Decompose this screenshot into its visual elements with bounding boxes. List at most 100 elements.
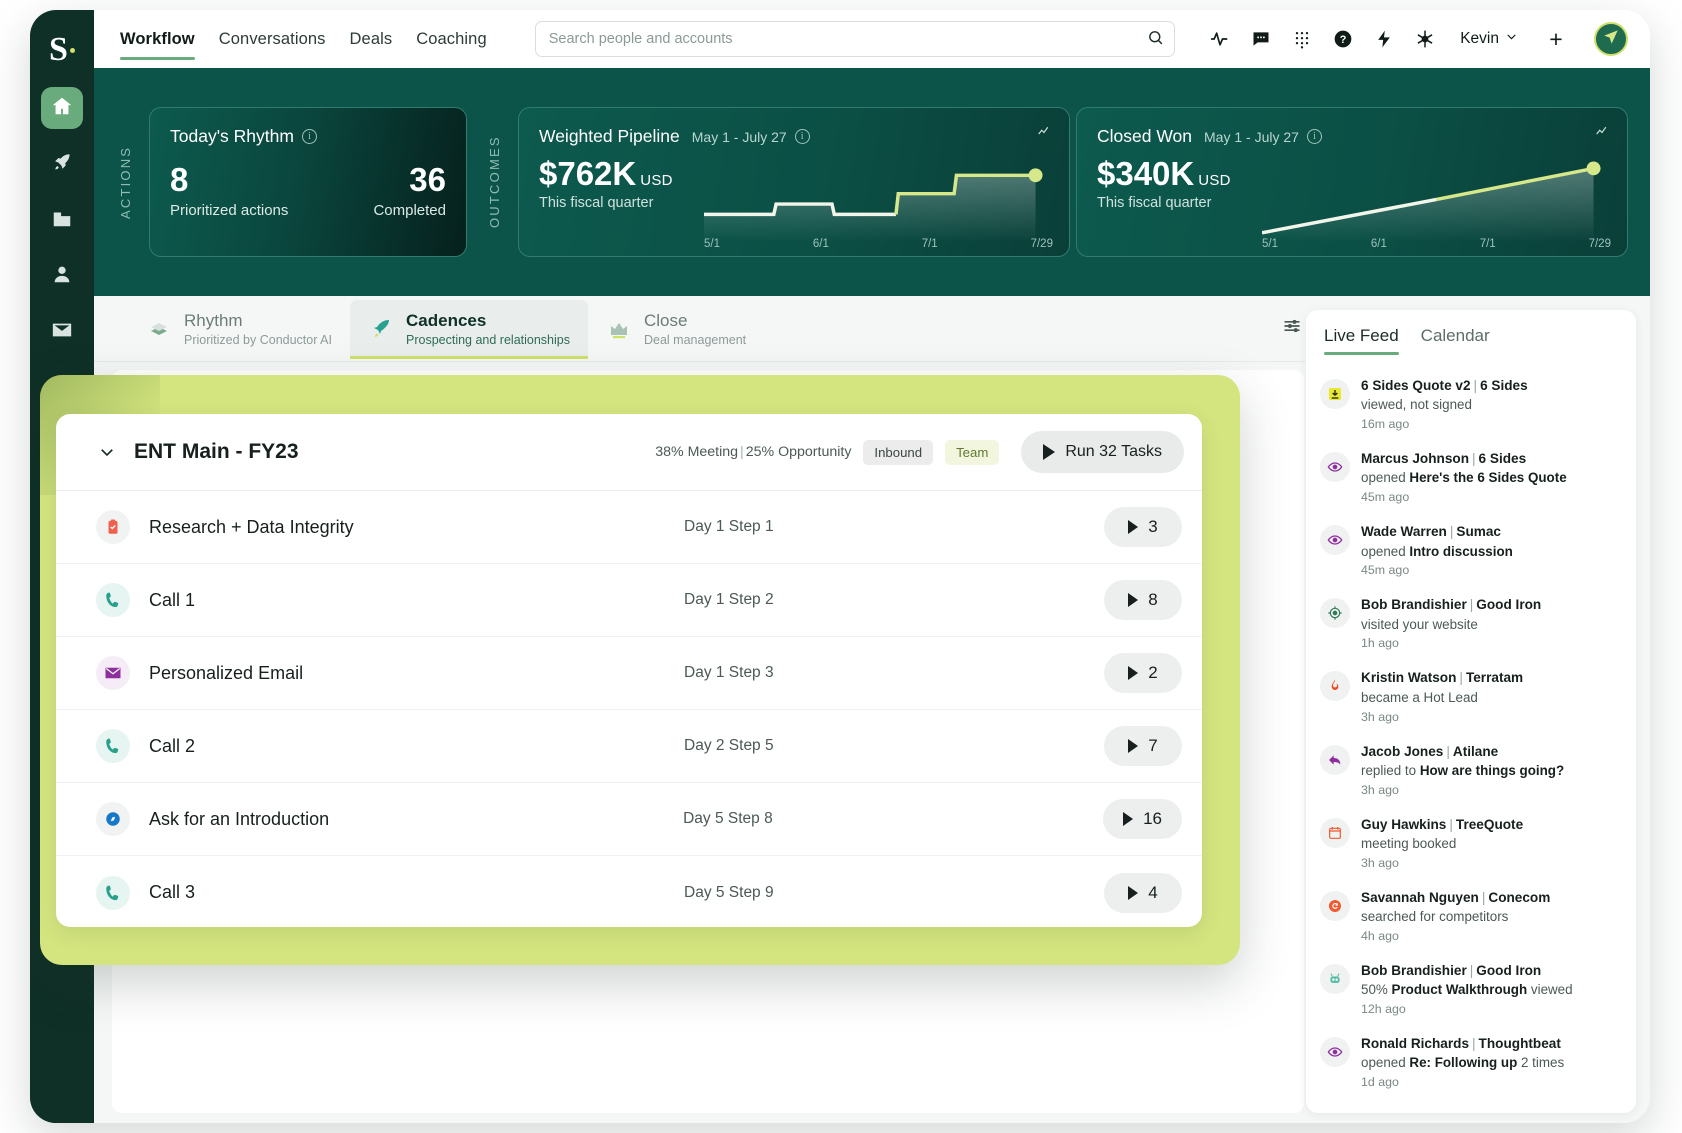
step-run-count-button[interactable]: 7 bbox=[1104, 726, 1182, 766]
tab-cadences[interactable]: Cadences Prospecting and relationships bbox=[350, 300, 588, 358]
info-icon[interactable]: i bbox=[302, 129, 317, 144]
tab-title: Close bbox=[644, 311, 746, 331]
tab-text: Cadences Prospecting and relationships bbox=[406, 311, 570, 347]
feed-item-body: Bob Brandishier|Good Iron 50% Product Wa… bbox=[1361, 962, 1573, 1016]
table-row[interactable]: Call 1 Day 1 Step 2 8 bbox=[56, 564, 1202, 637]
dialpad-icon[interactable] bbox=[1290, 27, 1314, 51]
app-logo[interactable]: S bbox=[30, 20, 94, 80]
tag-inbound[interactable]: Inbound bbox=[863, 440, 933, 465]
chat-icon[interactable] bbox=[1249, 27, 1273, 51]
snowflake-icon[interactable] bbox=[1413, 27, 1437, 51]
top-bar: Workflow Conversations Deals Coaching ? bbox=[94, 10, 1650, 68]
rail-item-mail[interactable] bbox=[41, 311, 83, 353]
table-row[interactable]: Personalized Email Day 1 Step 3 2 bbox=[56, 637, 1202, 710]
step-run-count-button[interactable]: 16 bbox=[1103, 799, 1182, 839]
phone-icon bbox=[96, 876, 130, 910]
rail-item-accounts[interactable] bbox=[41, 199, 83, 241]
expand-chart-icon[interactable] bbox=[1593, 122, 1611, 145]
step-schedule: Day 5 Step 8 bbox=[683, 810, 1103, 828]
list-item[interactable]: Savannah Nguyen|Conecom searched for com… bbox=[1320, 881, 1622, 954]
rail-item-people[interactable] bbox=[41, 255, 83, 297]
step-schedule: Day 1 Step 2 bbox=[684, 591, 1104, 609]
feed-account: 6 Sides bbox=[1480, 378, 1528, 393]
expand-chart-icon[interactable] bbox=[1035, 122, 1053, 145]
kpi-card-closed-won[interactable]: Closed Won May 1 - July 27 i $340KUSD Th… bbox=[1076, 107, 1628, 257]
step-run-count-button[interactable]: 2 bbox=[1104, 653, 1182, 693]
tab-calendar[interactable]: Calendar bbox=[1421, 326, 1490, 355]
info-icon[interactable]: i bbox=[1307, 129, 1322, 144]
nav-item-workflow[interactable]: Workflow bbox=[120, 10, 195, 68]
nav-item-deals[interactable]: Deals bbox=[350, 10, 393, 68]
search-input[interactable] bbox=[535, 21, 1175, 57]
nav-label: Deals bbox=[350, 30, 393, 49]
play-icon bbox=[1128, 666, 1138, 680]
list-item[interactable]: Marcus Johnson|6 Sides opened Here's the… bbox=[1320, 442, 1622, 515]
axis-tick: 5/1 bbox=[704, 238, 720, 250]
step-run-count-button[interactable]: 4 bbox=[1104, 873, 1182, 913]
add-button[interactable]: + bbox=[1543, 26, 1569, 52]
filter-settings-icon[interactable] bbox=[1282, 316, 1302, 341]
avatar[interactable] bbox=[1594, 22, 1628, 56]
tab-title: Rhythm bbox=[184, 311, 332, 331]
axis-tick: 7/29 bbox=[1031, 238, 1053, 250]
search-button[interactable] bbox=[1145, 28, 1167, 50]
help-icon[interactable]: ? bbox=[1331, 27, 1355, 51]
axis-tick: 6/1 bbox=[1371, 238, 1387, 250]
activity-icon[interactable] bbox=[1208, 27, 1232, 51]
nav-item-coaching[interactable]: Coaching bbox=[416, 10, 487, 68]
tab-rhythm[interactable]: Rhythm Prioritized by Conductor AI bbox=[128, 300, 350, 358]
feed-account: Sumac bbox=[1456, 524, 1501, 539]
step-run-count-button[interactable]: 8 bbox=[1104, 580, 1182, 620]
cadence-steps: Research + Data Integrity Day 1 Step 1 3… bbox=[56, 490, 1202, 927]
bolt-icon[interactable] bbox=[1372, 27, 1396, 51]
list-item[interactable]: Jacob Jones|Atilane replied to How are t… bbox=[1320, 735, 1622, 808]
tag-team[interactable]: Team bbox=[945, 440, 999, 465]
feed-item-desc: viewed, not signed bbox=[1361, 396, 1528, 415]
tab-close[interactable]: Close Deal management bbox=[588, 300, 764, 358]
cadence-header: ENT Main - FY23 38% Meeting|25% Opportun… bbox=[56, 414, 1202, 490]
feed-item-body: Marcus Johnson|6 Sides opened Here's the… bbox=[1361, 450, 1567, 504]
feed-item-desc: visited your website bbox=[1361, 616, 1541, 635]
info-icon[interactable]: i bbox=[795, 129, 810, 144]
table-row[interactable]: Call 2 Day 2 Step 5 7 bbox=[56, 710, 1202, 783]
logo-letter: S bbox=[49, 31, 68, 69]
completed-metric: 36 Completed bbox=[373, 163, 446, 219]
step-run-count-button[interactable]: 3 bbox=[1104, 507, 1182, 547]
feed-item-title: Wade Warren|Sumac bbox=[1361, 523, 1513, 541]
rail-item-rocket[interactable] bbox=[41, 143, 83, 185]
list-item[interactable]: Guy Hawkins|TreeQuote meeting booked 3h … bbox=[1320, 808, 1622, 881]
flame-icon bbox=[1320, 671, 1350, 701]
metrics-separator: | bbox=[740, 444, 744, 460]
table-row[interactable]: Call 3 Day 5 Step 9 4 bbox=[56, 856, 1202, 927]
run-tasks-button[interactable]: Run 32 Tasks bbox=[1021, 431, 1184, 473]
nav-item-conversations[interactable]: Conversations bbox=[219, 10, 326, 68]
list-item[interactable]: Bob Brandishier|Good Iron 50% Product Wa… bbox=[1320, 954, 1622, 1027]
rail-item-home[interactable] bbox=[41, 87, 83, 129]
list-item[interactable]: Kristin Watson|Terratam became a Hot Lea… bbox=[1320, 661, 1622, 734]
user-menu[interactable]: Kevin bbox=[1460, 30, 1518, 48]
kpi-title-text: Today's Rhythm bbox=[170, 126, 294, 147]
axis-tick: 7/1 bbox=[1480, 238, 1496, 250]
collapse-chevron-icon[interactable] bbox=[96, 441, 118, 463]
value-text: $762K bbox=[539, 155, 636, 192]
kpi-card-todays-rhythm[interactable]: Today's Rhythm i 8 Prioritized actions 3… bbox=[149, 107, 467, 257]
axis-tick: 7/29 bbox=[1589, 238, 1611, 250]
kpi-title: Today's Rhythm i bbox=[170, 126, 446, 147]
list-item[interactable]: Wade Warren|Sumac opened Intro discussio… bbox=[1320, 515, 1622, 588]
feed-item-time: 1h ago bbox=[1361, 636, 1541, 650]
table-row[interactable]: Ask for an Introduction Day 5 Step 8 16 bbox=[56, 783, 1202, 856]
nav-label: Conversations bbox=[219, 30, 326, 49]
table-row[interactable]: Research + Data Integrity Day 1 Step 1 3 bbox=[56, 491, 1202, 564]
cadence-title: ENT Main - FY23 bbox=[134, 440, 299, 464]
toolbar-icons: ? Kevin + bbox=[1208, 22, 1628, 56]
rhythm-metrics: 8 Prioritized actions 36 Completed bbox=[170, 163, 446, 219]
feed-item-time: 3h ago bbox=[1361, 783, 1564, 797]
list-item[interactable]: Bob Brandishier|Good Iron visited your w… bbox=[1320, 588, 1622, 661]
rocket-icon bbox=[51, 151, 73, 178]
tab-live-feed[interactable]: Live Feed bbox=[1324, 326, 1399, 355]
kpi-card-weighted-pipeline[interactable]: Weighted Pipeline May 1 - July 27 i $762… bbox=[518, 107, 1070, 257]
feed-item-desc: 50% Product Walkthrough viewed bbox=[1361, 981, 1573, 1000]
list-item[interactable]: 6 Sides Quote v2|6 Sides viewed, not sig… bbox=[1320, 369, 1622, 442]
desc-pre: became a Hot Lead bbox=[1361, 690, 1478, 705]
list-item[interactable]: Ronald Richards|Thoughtbeat opened Re: F… bbox=[1320, 1027, 1622, 1100]
